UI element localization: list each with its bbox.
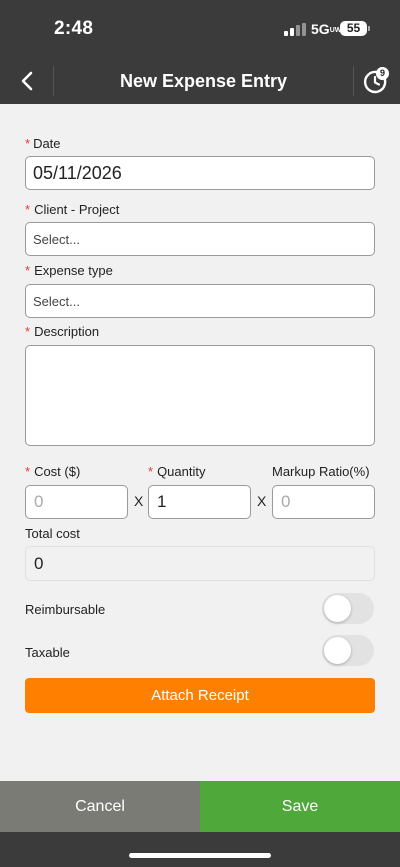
battery-icon: 55 [340, 21, 370, 36]
history-icon [363, 70, 387, 94]
expense-form: *Date *Client - Project *Expense type *D… [0, 104, 400, 781]
cost-label-text: Cost ($) [34, 464, 81, 479]
home-indicator-bar [0, 832, 400, 867]
multiply-sign: X [134, 493, 144, 509]
page-title: New Expense Entry [119, 71, 288, 91]
attach-receipt-button[interactable]: Attach Receipt [25, 678, 375, 713]
history-count-badge: 9 [376, 67, 389, 80]
save-button[interactable]: Save [200, 781, 400, 832]
client-project-label-text: Client - Project [34, 202, 120, 217]
required-marker: * [25, 464, 31, 479]
client-project-select[interactable] [25, 222, 375, 256]
date-label: * Date [25, 136, 61, 151]
description-textarea[interactable] [25, 345, 375, 446]
toggle-knob [324, 637, 351, 664]
home-indicator[interactable] [129, 853, 271, 858]
markup-ratio-input[interactable] [272, 485, 375, 519]
total-cost-label: Total cost [25, 526, 80, 541]
multiply-sign: X [257, 493, 267, 509]
taxable-label: Taxable [25, 645, 70, 660]
quantity-label-text: Quantity [157, 464, 206, 479]
cost-label: * Cost ($) [25, 464, 80, 479]
history-button[interactable]: 9 [354, 58, 400, 104]
reimbursable-label: Reimbursable [25, 602, 106, 617]
status-time: 2:48 [54, 18, 94, 39]
quantity-input[interactable] [148, 485, 251, 519]
required-marker: * [148, 464, 154, 479]
network-label: 5GUW [311, 21, 342, 37]
toggle-knob [324, 595, 351, 622]
date-field[interactable] [25, 156, 375, 190]
total-cost-value: 0 [25, 546, 375, 581]
network-type: 5G [311, 21, 330, 37]
network-suffix: UW [329, 26, 342, 34]
reimbursable-toggle[interactable] [322, 593, 374, 624]
required-marker: * [25, 202, 31, 217]
markup-ratio-label: Markup Ratio(%) [272, 464, 370, 479]
chevron-left-icon [21, 71, 33, 91]
expense-type-label-text: Expense type [34, 263, 113, 278]
quantity-label: * Quantity [148, 464, 205, 479]
cancel-button[interactable]: Cancel [0, 781, 200, 832]
cost-input[interactable] [25, 485, 128, 519]
battery-level: 55 [346, 21, 361, 35]
client-project-label: * Client - Project [25, 202, 119, 217]
nav-bar: New Expense Entry 9 [0, 58, 400, 104]
date-label-text: Date [33, 136, 61, 151]
required-marker: * [25, 263, 31, 278]
required-marker: * [25, 324, 31, 339]
back-button[interactable] [0, 58, 54, 104]
expense-type-label: * Expense type [25, 263, 113, 278]
signal-strength-icon [284, 23, 306, 36]
description-label: * Description [25, 324, 99, 339]
required-marker: * [25, 136, 31, 151]
taxable-toggle[interactable] [322, 635, 374, 666]
expense-type-select[interactable] [25, 284, 375, 318]
status-bar: 2:48 5GUW 55 [0, 0, 400, 58]
description-label-text: Description [34, 324, 100, 339]
